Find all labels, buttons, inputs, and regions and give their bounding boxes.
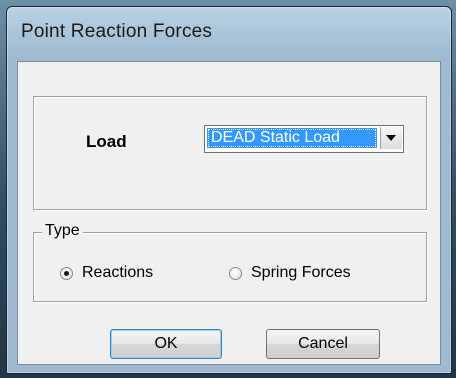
reactions-radio[interactable]: Reactions — [60, 264, 153, 282]
title-bar[interactable]: Point Reaction Forces — [7, 7, 451, 59]
type-group-legend: Type — [42, 222, 83, 240]
chevron-down-icon — [386, 135, 396, 141]
spring-forces-radio-label: Spring Forces — [251, 264, 351, 281]
reactions-radio-label: Reactions — [82, 264, 154, 281]
ok-button[interactable]: OK — [110, 329, 222, 359]
spring-forces-radio[interactable]: Spring Forces — [229, 264, 351, 282]
load-case-dropdown[interactable]: DEAD Static Load — [204, 125, 404, 153]
dialog-client-area: Load DEAD Static Load Type Reactions Spr… — [17, 61, 441, 365]
dialog-window: Point Reaction Forces Load DEAD Static L… — [6, 6, 452, 374]
window-title: Point Reaction Forces — [21, 21, 213, 42]
load-label: Load — [86, 132, 127, 151]
dropdown-button[interactable] — [380, 127, 402, 149]
radio-checked-icon[interactable] — [60, 266, 73, 280]
load-group: Load DEAD Static Load — [33, 96, 427, 210]
cancel-button[interactable]: Cancel — [266, 329, 380, 359]
load-case-selected-value: DEAD Static Load — [207, 128, 377, 148]
radio-unchecked-icon[interactable] — [229, 266, 242, 280]
